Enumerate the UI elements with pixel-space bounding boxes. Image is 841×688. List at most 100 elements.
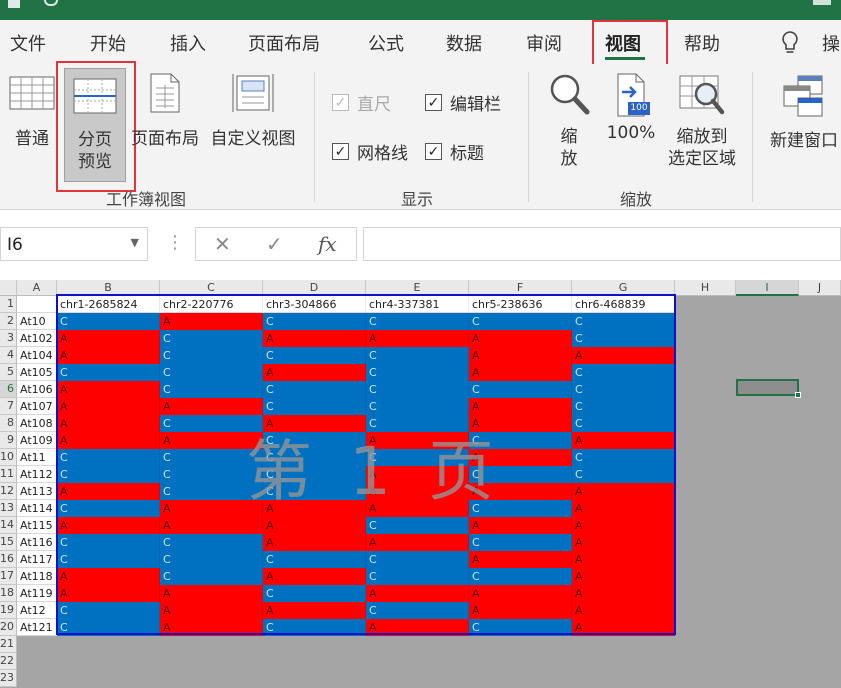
row-header-20[interactable]: 20 xyxy=(0,619,17,636)
data-cell[interactable]: A xyxy=(572,483,675,500)
data-cell[interactable]: A xyxy=(469,517,572,534)
data-cell[interactable]: A xyxy=(160,313,263,330)
data-cell[interactable]: C xyxy=(366,364,469,381)
data-cell[interactable]: C xyxy=(160,534,263,551)
row-header-15[interactable]: 15 xyxy=(0,534,17,551)
tab-6[interactable]: 审阅 xyxy=(526,30,562,56)
data-cell[interactable]: A xyxy=(572,432,675,449)
select-all-corner[interactable] xyxy=(0,280,17,296)
row-header-18[interactable]: 18 xyxy=(0,585,17,602)
normal-view-button[interactable]: 普通 xyxy=(8,72,56,150)
data-cell[interactable]: A xyxy=(572,347,675,364)
custom-views-button[interactable]: 自定义视图 xyxy=(206,72,300,150)
data-cell[interactable]: C xyxy=(57,602,160,619)
data-cell[interactable]: C xyxy=(263,398,366,415)
row-header-23[interactable]: 23 xyxy=(0,670,17,687)
data-cell[interactable]: A xyxy=(469,330,572,347)
data-cell[interactable]: A xyxy=(57,330,160,347)
data-cell[interactable]: A xyxy=(263,568,366,585)
chevron-down-icon[interactable]: ▼ xyxy=(131,236,139,249)
data-cell[interactable]: A xyxy=(469,449,572,466)
tell-me-label[interactable]: 操 xyxy=(822,30,840,56)
data-cell[interactable]: A xyxy=(263,364,366,381)
worksheet-grid[interactable]: A B C D E F G H I J 1 2 3 4 5 6 7 8 9 10 11 12 13 14 15 16 17 18 19 2… xyxy=(0,280,841,688)
data-cell[interactable]: C xyxy=(57,466,160,483)
column-header-F[interactable]: F xyxy=(469,280,572,296)
data-cell[interactable]: A xyxy=(366,330,469,347)
row-header-1[interactable]: 1 xyxy=(0,296,17,313)
zoom-to-selection-button[interactable]: 缩放到 选定区域 xyxy=(660,72,744,170)
data-cell[interactable]: At12 xyxy=(17,602,57,619)
tab-4[interactable]: 公式 xyxy=(368,30,404,56)
data-cell[interactable]: C xyxy=(366,602,469,619)
row-header-21[interactable]: 21 xyxy=(0,636,17,653)
data-cell[interactable]: At118 xyxy=(17,568,57,585)
data-cell[interactable]: C xyxy=(469,534,572,551)
tab-7[interactable]: 视图 xyxy=(605,30,641,56)
data-cell[interactable]: A xyxy=(160,500,263,517)
data-cell[interactable]: A xyxy=(572,619,675,636)
lightbulb-icon[interactable] xyxy=(780,30,800,58)
tab-3[interactable]: 页面布局 xyxy=(248,30,320,56)
undo-icon[interactable] xyxy=(44,0,58,6)
data-cell[interactable]: A xyxy=(57,415,160,432)
data-cell[interactable]: At121 xyxy=(17,619,57,636)
column-header-B[interactable]: B xyxy=(57,280,160,296)
data-cell[interactable]: A xyxy=(366,432,469,449)
row-header-7[interactable]: 7 xyxy=(0,398,17,415)
data-cell[interactable]: C xyxy=(57,449,160,466)
data-cell[interactable]: C xyxy=(263,432,366,449)
data-cell[interactable]: C xyxy=(263,619,366,636)
data-cell[interactable]: A xyxy=(469,364,572,381)
data-cell[interactable]: At109 xyxy=(17,432,57,449)
header-cell[interactable]: chr6-468839 xyxy=(572,296,675,313)
data-cell[interactable]: A xyxy=(572,568,675,585)
data-cell[interactable]: C xyxy=(160,466,263,483)
data-cell[interactable]: C xyxy=(57,364,160,381)
data-cell[interactable]: A xyxy=(366,500,469,517)
data-cell[interactable]: A xyxy=(57,483,160,500)
data-cell[interactable]: C xyxy=(263,449,366,466)
data-cell[interactable]: A xyxy=(366,466,469,483)
row-header-10[interactable]: 10 xyxy=(0,449,17,466)
zoom-button[interactable]: 缩 放 xyxy=(544,72,594,170)
data-cell[interactable]: A xyxy=(572,500,675,517)
row-header-13[interactable]: 13 xyxy=(0,500,17,517)
row-header-2[interactable]: 2 xyxy=(0,313,17,330)
data-cell[interactable]: C xyxy=(57,551,160,568)
zoom-100-button[interactable]: 100 100% xyxy=(604,72,658,144)
tab-0[interactable]: 文件 xyxy=(10,30,46,56)
tab-1[interactable]: 开始 xyxy=(90,30,126,56)
row-header-5[interactable]: 5 xyxy=(0,364,17,381)
save-icon[interactable] xyxy=(8,0,20,8)
data-cell[interactable]: A xyxy=(263,534,366,551)
header-cell[interactable]: chr3-304866 xyxy=(263,296,366,313)
data-cell[interactable]: C xyxy=(469,313,572,330)
data-cell[interactable]: C xyxy=(263,381,366,398)
row-header-17[interactable]: 17 xyxy=(0,568,17,585)
data-cell[interactable]: C xyxy=(57,313,160,330)
data-cell[interactable]: C xyxy=(160,449,263,466)
row-header-9[interactable]: 9 xyxy=(0,432,17,449)
data-cell[interactable]: C xyxy=(366,398,469,415)
column-header-C[interactable]: C xyxy=(160,280,263,296)
data-cell[interactable]: A xyxy=(572,517,675,534)
column-header-D[interactable]: D xyxy=(263,280,366,296)
data-cell[interactable]: C xyxy=(572,330,675,347)
row-header-12[interactable]: 12 xyxy=(0,483,17,500)
data-cell[interactable]: A xyxy=(469,551,572,568)
header-cell[interactable]: chr4-337381 xyxy=(366,296,469,313)
data-cell[interactable]: A xyxy=(160,517,263,534)
name-box[interactable]: I6 ▼ xyxy=(0,227,148,261)
data-cell[interactable]: At113 xyxy=(17,483,57,500)
data-cell[interactable]: At10 xyxy=(17,313,57,330)
data-cell[interactable]: A xyxy=(366,534,469,551)
row-header-11[interactable]: 11 xyxy=(0,466,17,483)
data-cell[interactable]: C xyxy=(366,517,469,534)
data-cell[interactable]: C xyxy=(366,551,469,568)
data-cell[interactable]: At102 xyxy=(17,330,57,347)
data-cell[interactable]: C xyxy=(263,347,366,364)
account-icon[interactable] xyxy=(813,0,831,5)
page-break-preview-button[interactable]: 分页 预览 xyxy=(64,68,126,182)
data-cell[interactable]: C xyxy=(572,466,675,483)
